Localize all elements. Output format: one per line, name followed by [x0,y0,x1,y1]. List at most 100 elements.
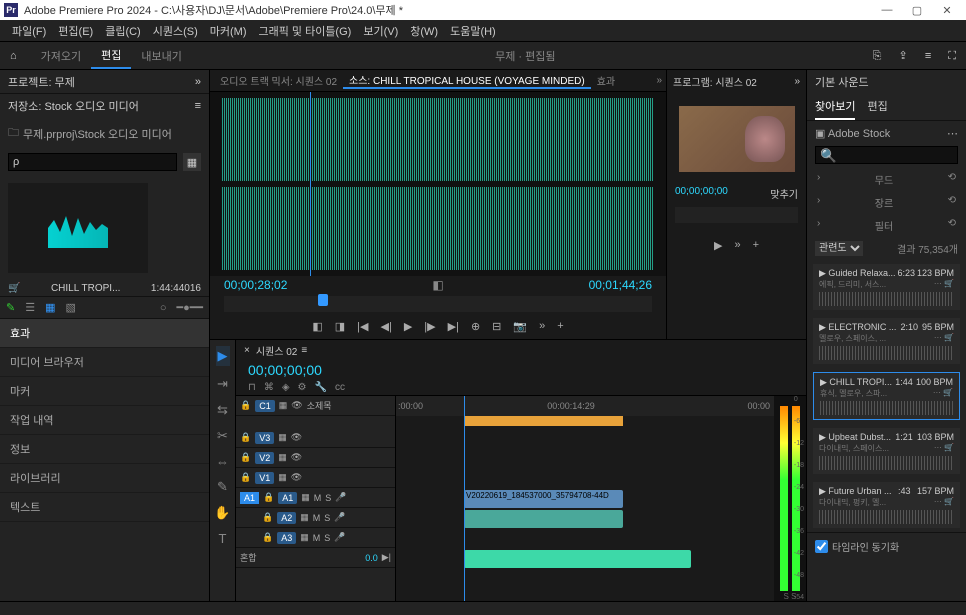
sequence-tab[interactable]: 시퀀스 02 [256,343,298,358]
source-scrubber[interactable] [224,296,652,312]
target-icon[interactable]: ▦ [278,472,287,483]
timeline-canvas[interactable]: :00:00 00:00:14:29 00:00 V20220619_18453… [396,396,774,601]
eye-icon[interactable]: 👁 [291,400,302,411]
timeline-ruler[interactable]: :00:00 00:00:14:29 00:00 [396,396,774,416]
work-area[interactable] [396,416,774,426]
mix-value[interactable]: 0.0 [365,553,378,563]
eye-icon[interactable]: 👁 [291,452,302,463]
sync-checkbox[interactable] [815,540,828,553]
play-icon[interactable]: ▶ [714,239,722,252]
eye-icon[interactable]: 👁 [291,472,302,483]
video-clip[interactable]: V20220619_184537000_35794708-44D [464,490,623,508]
panel-menu-icon[interactable]: » [195,76,201,88]
media-thumbnail[interactable] [8,183,148,273]
lock-icon[interactable]: 🔒 [240,452,251,463]
stock-track-selected[interactable]: ▶ CHILL TROPI...1:44100 BPM 휴식, 멜로우, 스파.… [813,372,960,420]
quick-export-icon[interactable]: ⎘ [873,50,882,62]
stock-track[interactable]: ▶ Future Urban ...:43157 BPM 다이내믹, 펑키, 멜… [813,482,960,528]
razor-tool-icon[interactable]: ✂ [217,428,228,444]
cat-filter[interactable]: 필터 [875,218,893,233]
sort-dropdown[interactable]: 관련도 [815,241,863,256]
step-back-icon[interactable]: ◀| [380,320,391,333]
step-fwd-icon[interactable]: |▶ [424,320,435,333]
cat-mood[interactable]: 무드 [875,172,893,187]
panel-history[interactable]: 작업 내역 [0,406,209,435]
export-frame-icon[interactable]: 📷 [513,320,527,333]
menu-clip[interactable]: 클립(C) [99,23,147,39]
close-button[interactable]: ✕ [932,4,962,17]
lock-icon[interactable]: 🔒 [240,472,251,483]
menu-window[interactable]: 창(W) [404,23,444,39]
target-icon[interactable]: ▦ [279,400,288,411]
mark-out-icon[interactable]: ◨ [335,320,345,333]
menu-edit[interactable]: 편집(E) [52,23,99,39]
new-bin-icon[interactable]: ▦ [183,153,201,171]
cart-icon[interactable]: 🛒 [8,283,20,294]
panel-effects[interactable]: 효과 [0,319,209,348]
timeline-playhead[interactable] [464,396,465,601]
program-tab[interactable]: 프로그램: 시퀀스 02 [673,74,757,89]
project-search-input[interactable] [8,153,177,171]
program-scrubber[interactable] [675,207,798,223]
program-timecode[interactable]: 00;00;00;00 [675,186,728,201]
a1-track[interactable]: A1 [278,492,297,504]
marker-icon[interactable]: ◧ [432,278,443,292]
list-view-icon[interactable]: ☰ [25,301,35,314]
overflow-icon[interactable]: » [794,76,800,87]
menu-help[interactable]: 도움말(H) [444,23,502,39]
lock-icon[interactable]: 🔒 [240,432,251,443]
menu-graphics[interactable]: 그래픽 및 타이틀(G) [252,23,357,39]
menu-marker[interactable]: 마커(M) [204,23,253,39]
folder-icon[interactable]: 🗀 [8,124,19,143]
lock-icon[interactable]: 🔒 [262,532,273,543]
mic-icon[interactable]: 🎤 [335,492,346,503]
menu-view[interactable]: 보기(V) [357,23,404,39]
stock-track[interactable]: ▶ Upbeat Dubst...1:21103 BPM 다이내믹, 스페이스.… [813,428,960,474]
reset-icon[interactable]: ⟲ [948,172,956,187]
wrench-icon[interactable]: 🔧 [314,382,326,393]
snap-icon[interactable]: ⊓ [248,382,256,393]
ripple-tool-icon[interactable]: ⇆ [217,402,228,418]
caption-track[interactable]: C1 [255,400,275,412]
a3-track[interactable]: A3 [277,532,296,544]
tab-import[interactable]: 가져오기 [31,44,91,68]
tab-source-clip[interactable]: 소스: CHILL TROPICAL HOUSE (VOYAGE MINDED) [343,72,591,89]
tab-browse[interactable]: 찾아보기 [815,94,855,120]
stock-track[interactable]: ▶ ELECTRONIC ...2:1095 BPM 멜로우, 스페이스, ..… [813,318,960,364]
panel-menu-icon[interactable]: ≡ [301,345,307,356]
go-end-icon[interactable]: ▶| [382,552,391,563]
stock-track[interactable]: ▶ Guided Relaxa...6:23123 BPM 에픽, 드리미, 서… [813,264,960,310]
source-out-timecode[interactable]: 00;01;44;26 [589,278,652,292]
more-icon[interactable]: » [734,239,740,252]
solo-r[interactable]: S [791,592,796,601]
link-icon[interactable]: ⌘ [264,382,274,393]
a2-track[interactable]: A2 [277,512,296,524]
v1-track[interactable]: V1 [255,472,274,484]
menu-file[interactable]: 파일(F) [6,23,52,39]
panel-markers[interactable]: 마커 [0,377,209,406]
track-select-tool-icon[interactable]: ⇥ [217,376,228,392]
cat-genre[interactable]: 장르 [875,195,893,210]
panel-info[interactable]: 정보 [0,435,209,464]
mic-icon[interactable]: 🎤 [334,512,345,523]
maximize-button[interactable]: ▢ [902,4,932,17]
reset-icon[interactable]: ⟲ [948,195,956,210]
panel-libraries[interactable]: 라이브러리 [0,464,209,493]
v3-track[interactable]: V3 [255,432,274,444]
more-icon[interactable]: ⋯ [947,127,958,140]
scrubber-handle[interactable] [318,294,328,306]
pen-icon[interactable]: ✎ [6,301,15,314]
selection-tool-icon[interactable]: ▶ [216,346,230,366]
menu-sequence[interactable]: 시퀀스(S) [147,23,204,39]
lock-icon[interactable]: 🔒 [263,492,274,503]
mark-in-icon[interactable]: ◧ [312,320,322,333]
target-icon[interactable]: ▦ [278,432,287,443]
solo-l[interactable]: S [784,592,789,601]
source-in-timecode[interactable]: 00;00;28;02 [224,278,287,292]
v2-track[interactable]: V2 [255,452,274,464]
settings-icon[interactable]: ⚙ [298,382,307,393]
play-icon[interactable]: ▶ [404,320,412,333]
tab-edit[interactable]: 편집 [867,94,887,120]
tab-edit[interactable]: 편집 [91,43,131,69]
eye-icon[interactable]: 👁 [291,432,302,443]
